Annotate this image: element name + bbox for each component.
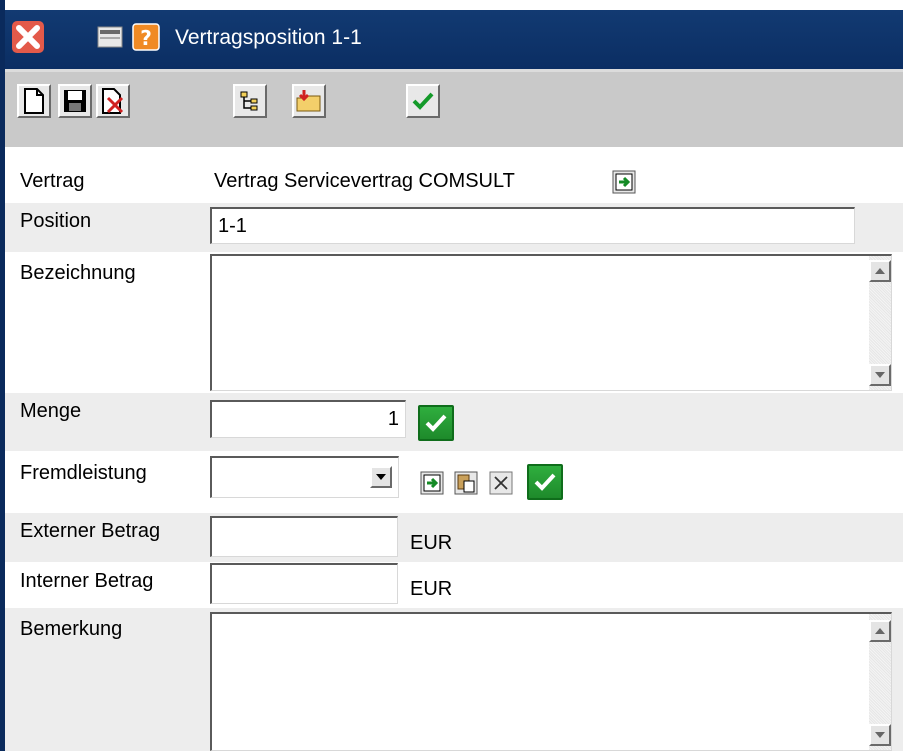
scroll-up-icon[interactable]: [869, 620, 891, 642]
confirm-check-icon[interactable]: [406, 84, 440, 118]
bezeichnung-label: Bezeichnung: [20, 262, 136, 284]
fremdleistung-label: Fremdleistung: [20, 462, 147, 484]
interner-betrag-label: Interner Betrag: [20, 570, 154, 592]
bemerkung-textarea[interactable]: [210, 612, 892, 751]
fremdleistung-select[interactable]: [210, 456, 399, 498]
save-icon[interactable]: [58, 84, 92, 118]
position-label: Position: [20, 210, 92, 232]
menge-input[interactable]: [212, 402, 405, 437]
bemerkung-label: Bemerkung: [20, 618, 123, 640]
bezeichnung-scrollbar[interactable]: [869, 256, 891, 390]
vertrag-label: Vertrag: [20, 170, 85, 192]
delete-icon[interactable]: [96, 84, 130, 118]
window-top-edge: [0, 0, 903, 10]
interner-betrag-input-wrapper: [210, 563, 398, 604]
dropdown-arrow-icon[interactable]: [370, 466, 392, 488]
position-input-wrapper: [210, 207, 855, 244]
menge-accept-icon[interactable]: [418, 405, 454, 441]
bezeichnung-textarea[interactable]: [210, 254, 892, 391]
goto-external-icon[interactable]: [418, 469, 446, 497]
goto-contract-icon[interactable]: [610, 168, 638, 196]
interner-betrag-currency: EUR: [410, 578, 453, 600]
fremdleistung-accept-icon[interactable]: [527, 464, 563, 500]
paste-icon[interactable]: [452, 469, 480, 497]
bemerkung-scrollbar[interactable]: [869, 614, 891, 750]
open-folder-icon[interactable]: [292, 84, 326, 118]
menge-row: [5, 393, 903, 451]
toolbar: [5, 69, 903, 147]
externer-betrag-currency: EUR: [410, 532, 453, 554]
clear-icon[interactable]: [487, 469, 515, 497]
externer-betrag-label: Externer Betrag: [20, 520, 161, 542]
vertrag-value: Vertrag Servicevertrag COMSULT: [214, 170, 515, 192]
window-title: Vertragsposition 1-1: [175, 26, 362, 49]
tree-view-icon[interactable]: [233, 84, 267, 118]
interner-betrag-input[interactable]: [212, 565, 397, 603]
scroll-down-icon[interactable]: [869, 724, 891, 746]
svg-text:?: ?: [140, 26, 152, 50]
scroll-up-icon[interactable]: [869, 260, 891, 282]
new-document-icon[interactable]: [17, 84, 51, 118]
externer-betrag-input[interactable]: [212, 518, 397, 556]
externer-betrag-input-wrapper: [210, 516, 398, 557]
menge-label: Menge: [20, 400, 82, 422]
menge-input-wrapper: [210, 400, 406, 438]
scroll-down-icon[interactable]: [869, 364, 891, 386]
minimize-icon[interactable]: [92, 18, 128, 56]
position-input[interactable]: [212, 209, 854, 243]
help-icon[interactable]: ?: [128, 18, 164, 56]
close-icon[interactable]: [10, 18, 46, 56]
